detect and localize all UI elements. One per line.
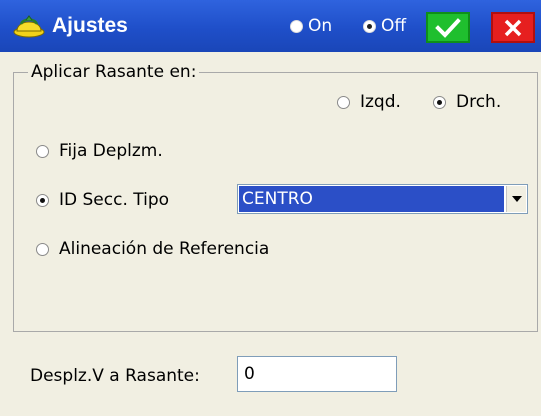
- side-right-radio[interactable]: Drch.: [433, 92, 501, 112]
- fixed-offset-label: Fija Deplzm.: [59, 141, 163, 161]
- reference-alignment-label: Alineación de Referencia: [59, 239, 270, 259]
- close-button[interactable]: [491, 12, 535, 43]
- radio-unchecked-icon: [36, 144, 49, 158]
- side-right-label: Drch.: [456, 92, 502, 112]
- mode-on-radio[interactable]: On: [290, 15, 332, 37]
- section-id-label: ID Secc. Tipo: [59, 190, 170, 210]
- checkmark-icon: [435, 17, 461, 38]
- vertical-offset-input[interactable]: [237, 356, 397, 392]
- settings-window: Ajustes On Off Aplicar Rasante en: Izqd.…: [0, 0, 541, 416]
- fixed-offset-radio[interactable]: Fija Deplzm.: [36, 141, 163, 161]
- group-legend: Aplicar Rasante en:: [28, 62, 200, 82]
- radio-unchecked-icon: [36, 242, 49, 256]
- section-id-radio[interactable]: ID Secc. Tipo: [36, 190, 169, 210]
- radio-checked-icon: [433, 95, 446, 109]
- dropdown-selected-value: CENTRO: [239, 186, 504, 212]
- side-left-radio[interactable]: Izqd.: [337, 92, 401, 112]
- mode-off-label: Off: [381, 16, 407, 36]
- radio-unchecked-icon: [337, 95, 350, 109]
- close-icon: [504, 19, 522, 36]
- window-title: Ajustes: [52, 14, 128, 37]
- section-type-dropdown[interactable]: CENTRO: [237, 184, 528, 214]
- chevron-down-icon[interactable]: [506, 186, 526, 212]
- radio-checked-icon: [363, 19, 376, 33]
- mode-on-label: On: [308, 16, 333, 36]
- hard-hat-icon: [13, 15, 45, 38]
- radio-checked-icon: [36, 193, 49, 207]
- ok-button[interactable]: [426, 12, 470, 43]
- mode-off-radio[interactable]: Off: [363, 15, 406, 37]
- title-bar: Ajustes On Off: [0, 0, 541, 52]
- radio-unchecked-icon: [290, 19, 303, 33]
- reference-alignment-radio[interactable]: Alineación de Referencia: [36, 239, 269, 259]
- vertical-offset-label: Desplz.V a Rasante:: [30, 366, 200, 386]
- side-left-label: Izqd.: [360, 92, 401, 112]
